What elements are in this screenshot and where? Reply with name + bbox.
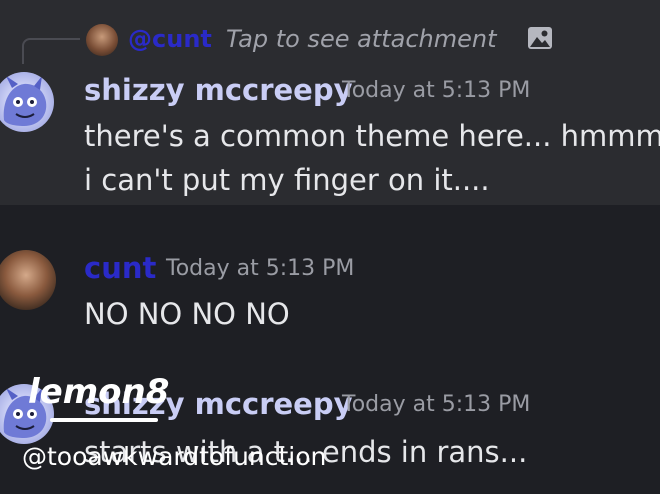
message-timestamp: Today at 5:13 PM xyxy=(342,392,531,417)
message-text: there's a common theme here... hmmm... xyxy=(84,119,660,153)
reply-attachment-text[interactable]: Tap to see attachment xyxy=(226,22,497,56)
message-username[interactable]: shizzy mccreepy xyxy=(84,70,353,110)
message-timestamp: Today at 5:13 PM xyxy=(166,256,355,281)
image-icon[interactable] xyxy=(527,26,553,50)
lemon8-logo: lemon8 xyxy=(28,372,170,412)
message-text: NO NO NO NO xyxy=(84,297,290,331)
message-text: i can't put my finger on it.... xyxy=(84,163,490,197)
reply-connector xyxy=(22,38,80,64)
reply-username[interactable]: @cunt xyxy=(128,22,212,56)
message-timestamp: Today at 5:13 PM xyxy=(342,78,531,103)
message-username[interactable]: cunt xyxy=(84,248,156,288)
avatar[interactable] xyxy=(0,250,56,310)
chat-view: @cunt Tap to see attachment shizzy mccre… xyxy=(0,0,660,494)
reply-avatar[interactable] xyxy=(86,24,118,56)
watermark-handle: @tooawkwardtofunction xyxy=(22,442,327,471)
lemon8-logo-underline xyxy=(50,418,158,422)
